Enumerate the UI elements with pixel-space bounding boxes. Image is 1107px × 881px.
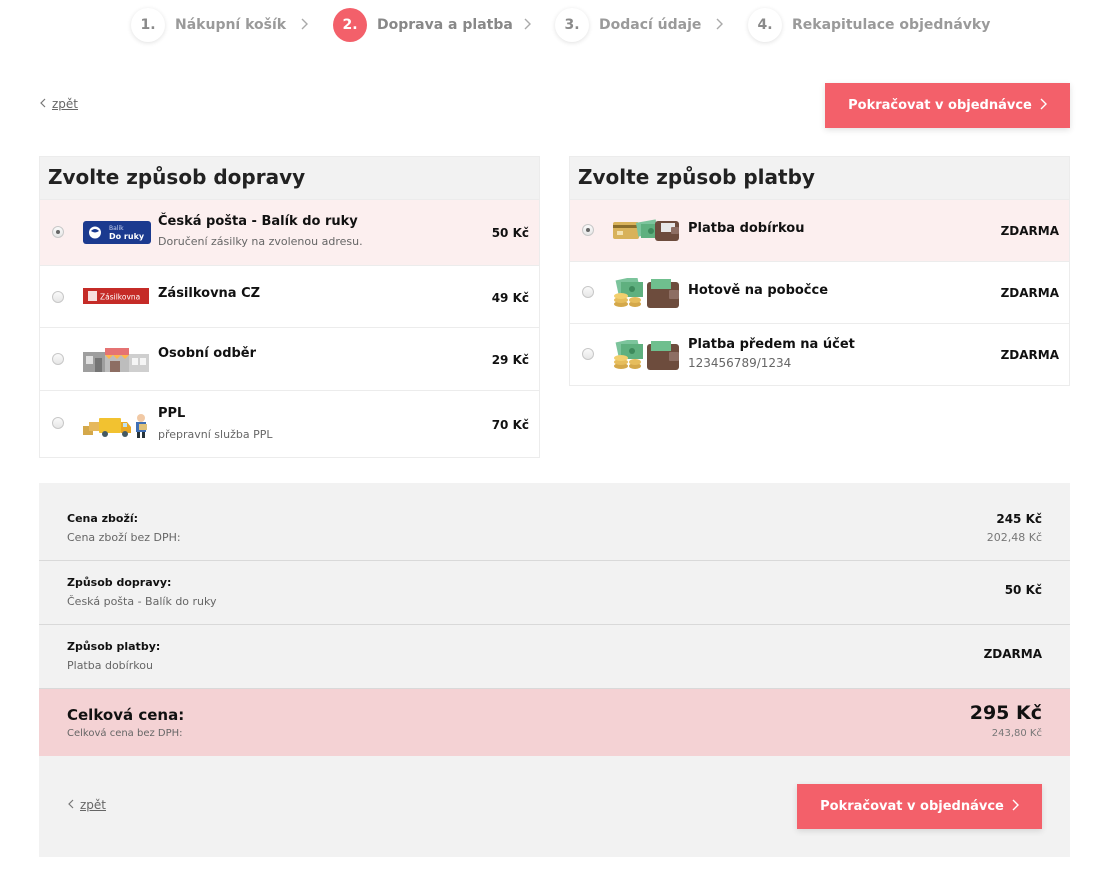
summary-shipping-value: 50 Kč bbox=[1004, 583, 1042, 597]
summary-row-shipping: Způsob dopravy: Česká pošta - Balík do r… bbox=[39, 561, 1070, 625]
shipping-radio[interactable] bbox=[52, 226, 64, 238]
continue-button-label: Pokračovat v objednávce bbox=[848, 98, 1032, 113]
back-link-label: zpět bbox=[52, 97, 79, 111]
shipping-option-price: 70 Kč bbox=[491, 418, 529, 432]
summary-shipping-label: Způsob dopravy: bbox=[67, 576, 172, 589]
shipping-radio[interactable] bbox=[52, 417, 64, 429]
cash-wallet-icon bbox=[613, 275, 679, 312]
zasilkovna-logo-icon: Zásilkovna bbox=[83, 288, 149, 308]
step-cart[interactable]: 1. Nákupní košík bbox=[131, 8, 286, 42]
shipping-panel: Zvolte způsob dopravy Balík Do ruky Česk… bbox=[39, 156, 540, 458]
payment-option-account: 123456789/1234 bbox=[688, 356, 792, 370]
checkout-steps: 1. Nákupní košík 2. Doprava a platba 3. … bbox=[0, 8, 1107, 42]
summary-payment-value: ZDARMA bbox=[983, 647, 1042, 661]
card-cash-wallet-icon bbox=[613, 219, 679, 245]
step-number: 1. bbox=[131, 8, 165, 42]
shipping-option-price: 49 Kč bbox=[491, 291, 529, 305]
step-shipping-payment[interactable]: 2. Doprava a platba bbox=[333, 8, 513, 42]
step-label: Rekapitulace objednávky bbox=[792, 17, 991, 33]
chevron-right-icon bbox=[301, 17, 311, 31]
shipping-option-price: 50 Kč bbox=[491, 226, 529, 240]
summary-total-sub: Celková cena bez DPH: bbox=[67, 728, 183, 739]
shipping-option-ceska-posta[interactable]: Balík Do ruky Česká pošta - Balík do ruk… bbox=[40, 199, 539, 265]
shipping-radio[interactable] bbox=[52, 291, 64, 303]
step-order-summary[interactable]: 4. Rekapitulace objednávky bbox=[748, 8, 990, 42]
shipping-option-desc: přepravní služba PPL bbox=[158, 428, 273, 441]
continue-button-bottom[interactable]: Pokračovat v objednávce bbox=[797, 784, 1042, 829]
summary-row-payment: Způsob platby: Platba dobírkou ZDARMA bbox=[39, 625, 1070, 689]
shipping-option-desc: Doručení zásilky na zvolenou adresu. bbox=[158, 235, 363, 248]
payment-option-price: ZDARMA bbox=[1000, 286, 1059, 300]
payment-option-name: Platba předem na účet bbox=[688, 337, 855, 352]
step-label: Nákupní košík bbox=[175, 17, 287, 33]
shipping-option-name: PPL bbox=[158, 406, 186, 421]
shipping-option-zasilkovna[interactable]: Zásilkovna Zásilkovna CZ 49 Kč bbox=[40, 265, 539, 327]
step-delivery-details[interactable]: 3. Dodací údaje bbox=[555, 8, 701, 42]
summary-payment-sub: Platba dobírkou bbox=[67, 659, 153, 672]
step-number: 3. bbox=[555, 8, 589, 42]
step-label: Dodací údaje bbox=[599, 17, 702, 33]
payment-panel-title: Zvolte způsob platby bbox=[570, 157, 1069, 199]
chevron-right-icon bbox=[1012, 799, 1019, 815]
shipping-option-name: Osobní odběr bbox=[158, 346, 257, 361]
back-link-top[interactable]: zpět bbox=[40, 97, 78, 111]
payment-panel: Zvolte způsob platby Platba dobírkou ZDA… bbox=[569, 156, 1070, 386]
store-icon bbox=[83, 346, 149, 376]
shipping-option-price: 29 Kč bbox=[491, 353, 529, 367]
payment-option-name: Hotově na pobočce bbox=[688, 283, 829, 298]
shipping-option-ppl[interactable]: PPL přepravní služba PPL 70 Kč bbox=[40, 390, 539, 457]
payment-option-price: ZDARMA bbox=[1000, 348, 1059, 362]
payment-option-predem[interactable]: Platba předem na účet 123456789/1234 ZDA… bbox=[570, 323, 1069, 385]
step-number: 2. bbox=[333, 8, 367, 42]
chevron-right-icon bbox=[524, 17, 534, 31]
summary-row-total: Celková cena: Celková cena bez DPH: 295 … bbox=[39, 689, 1070, 756]
chevron-left-icon bbox=[40, 97, 46, 111]
chevron-left-icon bbox=[68, 798, 74, 812]
chevron-right-icon bbox=[1040, 98, 1047, 114]
shipping-option-name: Česká pošta - Balík do ruky bbox=[158, 214, 358, 229]
chevron-right-icon bbox=[716, 17, 726, 31]
back-link-label: zpět bbox=[80, 798, 107, 812]
payment-radio[interactable] bbox=[582, 348, 594, 360]
svg-text:Balík: Balík bbox=[109, 225, 124, 232]
summary-goods-value: 245 Kč bbox=[996, 512, 1042, 526]
payment-option-price: ZDARMA bbox=[1000, 224, 1059, 238]
order-summary: Cena zboží: Cena zboží bez DPH: 245 Kč 2… bbox=[39, 483, 1070, 857]
shipping-radio[interactable] bbox=[52, 353, 64, 365]
ceska-posta-logo-icon: Balík Do ruky bbox=[83, 221, 151, 248]
svg-text:Do ruky: Do ruky bbox=[109, 232, 145, 241]
cash-wallet-icon bbox=[613, 337, 679, 374]
summary-goods-sub-value: 202,48 Kč bbox=[986, 531, 1042, 544]
delivery-truck-icon bbox=[83, 412, 151, 442]
payment-radio[interactable] bbox=[582, 224, 594, 236]
step-label: Doprava a platba bbox=[377, 17, 513, 33]
summary-row-goods: Cena zboží: Cena zboží bez DPH: 245 Kč 2… bbox=[39, 497, 1070, 561]
summary-total-sub-value: 243,80 Kč bbox=[991, 728, 1042, 739]
continue-button-label: Pokračovat v objednávce bbox=[820, 799, 1004, 814]
summary-shipping-sub: Česká pošta - Balík do ruky bbox=[67, 595, 217, 608]
summary-goods-label: Cena zboží: bbox=[67, 512, 139, 525]
payment-option-hotove[interactable]: Hotově na pobočce ZDARMA bbox=[570, 261, 1069, 323]
step-number: 4. bbox=[748, 8, 782, 42]
shipping-panel-title: Zvolte způsob dopravy bbox=[40, 157, 539, 199]
payment-option-dobirka[interactable]: Platba dobírkou ZDARMA bbox=[570, 199, 1069, 261]
back-link-bottom[interactable]: zpět bbox=[68, 798, 106, 812]
shipping-option-osobni-odber[interactable]: Osobní odběr 29 Kč bbox=[40, 327, 539, 390]
shipping-option-name: Zásilkovna CZ bbox=[158, 286, 261, 301]
svg-text:Zásilkovna: Zásilkovna bbox=[100, 293, 140, 302]
summary-total-value: 295 Kč bbox=[969, 702, 1042, 724]
summary-payment-label: Způsob platby: bbox=[67, 640, 161, 653]
payment-radio[interactable] bbox=[582, 286, 594, 298]
summary-goods-sub: Cena zboží bez DPH: bbox=[67, 531, 181, 544]
summary-total-label: Celková cena: bbox=[67, 706, 185, 724]
continue-button-top[interactable]: Pokračovat v objednávce bbox=[825, 83, 1070, 128]
payment-option-name: Platba dobírkou bbox=[688, 221, 805, 236]
